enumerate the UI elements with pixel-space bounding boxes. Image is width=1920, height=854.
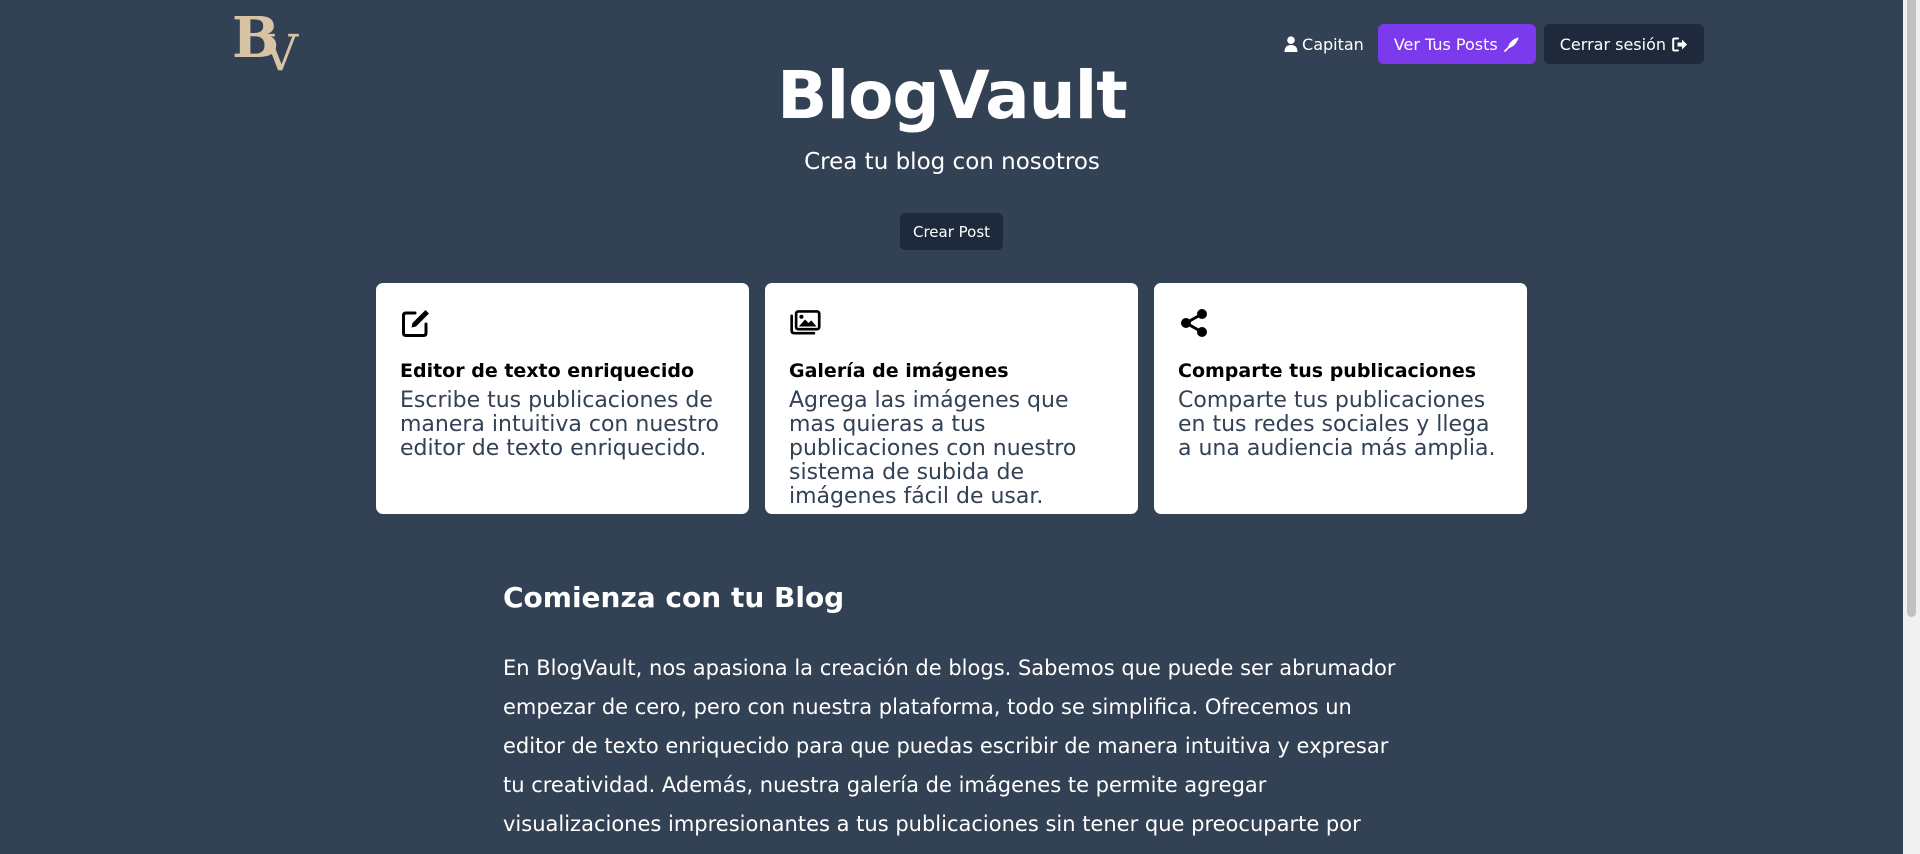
feature-card-editor: Editor de texto enriquecido Escribe tus … xyxy=(376,283,749,514)
page-subtitle: Crea tu blog con nosotros xyxy=(804,149,1100,175)
section-heading: Comienza con tu Blog xyxy=(503,581,845,614)
images-icon xyxy=(790,310,821,335)
user-icon xyxy=(1284,36,1298,52)
pen-icon xyxy=(1503,37,1519,52)
feature-description: Comparte tus publicaciones en tus redes … xyxy=(1178,388,1496,461)
feature-description: Agrega las imágenes que mas quieras a tu… xyxy=(789,388,1077,509)
share-icon xyxy=(1181,309,1207,337)
username: Capitan xyxy=(1302,34,1364,54)
page-title: BlogVault xyxy=(777,57,1128,134)
feature-card-gallery: Galería de imágenes Agrega las imágenes … xyxy=(765,283,1138,514)
create-post-button[interactable]: Crear Post xyxy=(900,213,1003,250)
page: B V Capitan Ver Tus Posts Cerrar sesión xyxy=(0,0,1920,854)
scrollbar-thumb[interactable] xyxy=(1907,0,1916,617)
feature-description: Escribe tus publicaciones de manera intu… xyxy=(400,388,719,461)
edit-icon xyxy=(402,310,429,337)
paragraph-line: visualizaciones impresionantes a tus pub… xyxy=(503,812,1361,836)
logout-label: Cerrar sesión xyxy=(1559,34,1666,54)
vertical-scrollbar[interactable] xyxy=(1903,0,1920,854)
paragraph-line: tu creatividad. Además, nuestra galería … xyxy=(503,773,1267,797)
feature-title: Galería de imágenes xyxy=(789,360,1009,382)
section-paragraph: En BlogVault, nos apasiona la creación d… xyxy=(503,649,1403,844)
paragraph-line: editor de texto enriquecido para que pue… xyxy=(503,734,1389,758)
view-posts-label: Ver Tus Posts xyxy=(1393,34,1498,54)
feature-title: Editor de texto enriquecido xyxy=(400,360,695,382)
paragraph-line: empezar de cero, pero con nuestra plataf… xyxy=(503,695,1352,719)
feature-title: Comparte tus publicaciones xyxy=(1178,360,1477,382)
feature-card-share: Comparte tus publicaciones Comparte tus … xyxy=(1154,283,1527,514)
sign-out-icon xyxy=(1672,37,1687,51)
paragraph-line: En BlogVault, nos apasiona la creación d… xyxy=(503,656,1396,680)
